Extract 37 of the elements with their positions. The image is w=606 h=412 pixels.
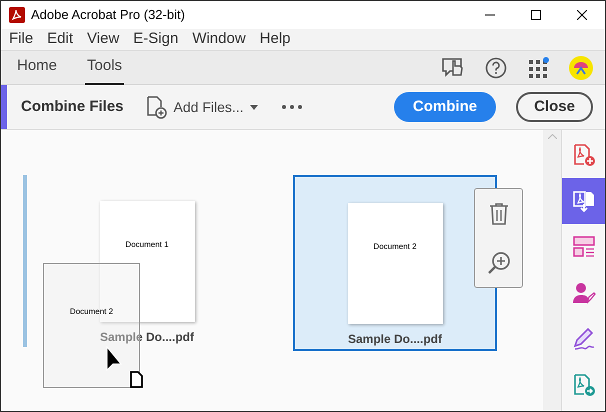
page-text: Document 2 [373,241,417,253]
pen-signature-icon [572,327,596,351]
close-tool-button[interactable]: Close [516,92,593,122]
add-pdf-icon [572,143,596,167]
tool-title: Combine Files [21,96,124,117]
page-text: Document 2 [70,306,114,318]
close-icon [577,10,587,20]
organize-pages-icon [572,235,596,259]
drag-cursor-icon [105,346,145,388]
menu-item[interactable]: Edit [45,28,76,51]
user-avatar-icon[interactable] [569,56,593,80]
side-tool-button[interactable] [562,178,605,224]
caret-icon [250,104,258,110]
export-pdf-icon [572,373,596,397]
file-name: Sample Do....pdf [348,331,442,348]
acrobat-logo-icon [9,7,25,23]
trash-icon[interactable] [488,202,508,226]
menu-item[interactable]: Window [190,28,248,51]
help-icon[interactable] [485,56,507,78]
chat-feedback-icon[interactable] [441,56,465,78]
page-text: Document 1 [125,239,169,251]
menu-item[interactable]: File [7,28,36,51]
maximize-icon [531,10,541,20]
menu-item[interactable]: Help [258,28,293,51]
combine-files-icon [572,189,596,213]
window-title: Adobe Acrobat Pro (32-bit) [31,6,185,24]
apps-grid-icon[interactable] [527,56,549,78]
tab[interactable]: Home [15,50,60,84]
file-card[interactable]: Document 2 Sample Do....pdf [293,175,497,351]
add-file-icon [146,95,168,119]
combine-button[interactable]: Combine [394,92,496,122]
person-signature-icon [572,281,596,305]
add-files-button[interactable]: Add Files... [146,95,258,119]
file-name: Sample Do....pdf [100,329,194,346]
zoom-in-icon[interactable] [486,250,510,274]
menu-item[interactable]: E-Sign [131,28,180,51]
menu-item[interactable]: View [85,28,122,51]
